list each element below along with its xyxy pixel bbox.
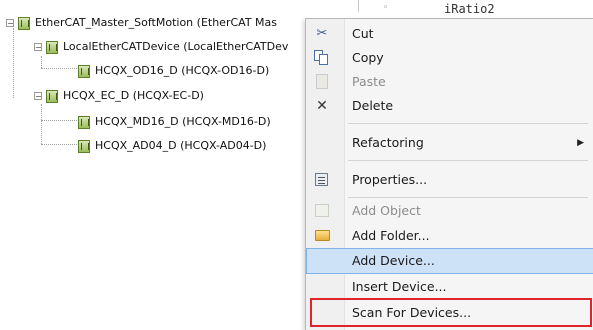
collapse-icon[interactable]: −: [34, 43, 42, 52]
menu-item-insert-device[interactable]: Insert Device...: [306, 275, 593, 299]
tree-connector: [13, 28, 14, 98]
device-icon: [78, 64, 90, 78]
scissors-icon: ✂: [316, 26, 328, 41]
tree-node-hcqx-od16-d[interactable]: HCQX_OD16_D (HCQX-OD16-D): [78, 61, 269, 81]
paste-icon: [316, 74, 328, 89]
menu-separator: [348, 123, 588, 124]
menu-item-label: Paste: [352, 74, 386, 89]
menu-item-label: Add Folder...: [352, 228, 430, 243]
add-object-icon: [315, 204, 329, 217]
device-tree: − EtherCAT_Master_SoftMotion (EtherCAT M…: [0, 0, 320, 329]
menu-item-add-folder[interactable]: Add Folder...: [306, 224, 593, 248]
menu-item-label: Delete: [352, 98, 394, 113]
menu-item-add-device[interactable]: Add Device...: [306, 248, 593, 274]
tree-node-hcqx-ec-d[interactable]: − HCQX_EC_D (HCQX-EC-D): [34, 86, 204, 106]
editor-variable-text: iRatio2: [444, 2, 495, 16]
menu-item-cut[interactable]: ✂ Cut: [306, 22, 593, 46]
tree-node-ethercat-master[interactable]: − EtherCAT_Master_SoftMotion (EtherCAT M…: [6, 13, 277, 33]
device-icon: [46, 40, 58, 54]
tree-connector: [41, 56, 42, 68]
properties-icon: [315, 173, 328, 186]
panel-divider: [358, 0, 359, 12]
menu-item-properties[interactable]: Properties...: [306, 168, 593, 192]
menu-item-scan-for-devices[interactable]: Scan For Devices...: [306, 301, 593, 325]
tree-node-label: HCQX_MD16_D (HCQX-MD16-D): [95, 115, 271, 128]
device-icon: [46, 89, 58, 103]
collapse-icon[interactable]: −: [6, 19, 14, 28]
menu-item-label: Properties...: [352, 172, 428, 187]
tree-connector: [41, 104, 42, 144]
menu-item-add-object[interactable]: Add Object: [306, 199, 593, 223]
menu-item-delete[interactable]: ✕ Delete: [306, 94, 593, 118]
collapse-icon[interactable]: −: [34, 92, 42, 101]
menu-item-label: Refactoring: [352, 135, 424, 150]
context-menu: ✂ Cut Copy Paste ✕ Delete Refactoring ▶ …: [305, 18, 593, 330]
tree-connector: [41, 144, 77, 145]
menu-item-label: Scan For Devices...: [352, 305, 472, 320]
device-icon: [18, 16, 30, 30]
menu-item-paste[interactable]: Paste: [306, 70, 593, 94]
menu-item-label: Add Device...: [352, 253, 435, 268]
menu-item-label: Copy: [352, 50, 384, 65]
menu-item-refactoring[interactable]: Refactoring ▶: [306, 131, 593, 155]
tree-node-local-ethercat-device[interactable]: − LocalEtherCATDevice (LocalEtherCATDev: [34, 37, 288, 57]
menu-separator: [348, 197, 588, 198]
delete-icon: ✕: [316, 98, 328, 114]
editor-marker: ◦: [383, 3, 389, 13]
menu-item-label: Insert Device...: [352, 279, 447, 294]
menu-item-label: Add Object: [352, 203, 421, 218]
tree-node-hcqx-md16-d[interactable]: HCQX_MD16_D (HCQX-MD16-D): [78, 112, 271, 132]
tree-node-label: HCQX_OD16_D (HCQX-OD16-D): [95, 64, 270, 77]
tree-node-hcqx-ad04-d[interactable]: HCQX_AD04_D (HCQX-AD04-D): [78, 136, 266, 156]
submenu-arrow-icon: ▶: [577, 138, 584, 148]
tree-node-label: EtherCAT_Master_SoftMotion (EtherCAT Mas: [35, 16, 277, 29]
tree-node-label: LocalEtherCATDevice (LocalEtherCATDev: [63, 40, 289, 53]
menu-item-copy[interactable]: Copy: [306, 46, 593, 70]
tree-connector: [41, 120, 77, 121]
device-icon: [78, 115, 90, 129]
tree-node-label: HCQX_EC_D (HCQX-EC-D): [63, 89, 204, 102]
menu-separator: [348, 160, 588, 161]
copy-icon: [314, 50, 330, 66]
folder-icon: [315, 230, 330, 241]
tree-node-label: HCQX_AD04_D (HCQX-AD04-D): [95, 139, 267, 152]
device-icon: [78, 139, 90, 153]
menu-item-label: Cut: [352, 26, 374, 41]
tree-connector: [41, 68, 77, 69]
